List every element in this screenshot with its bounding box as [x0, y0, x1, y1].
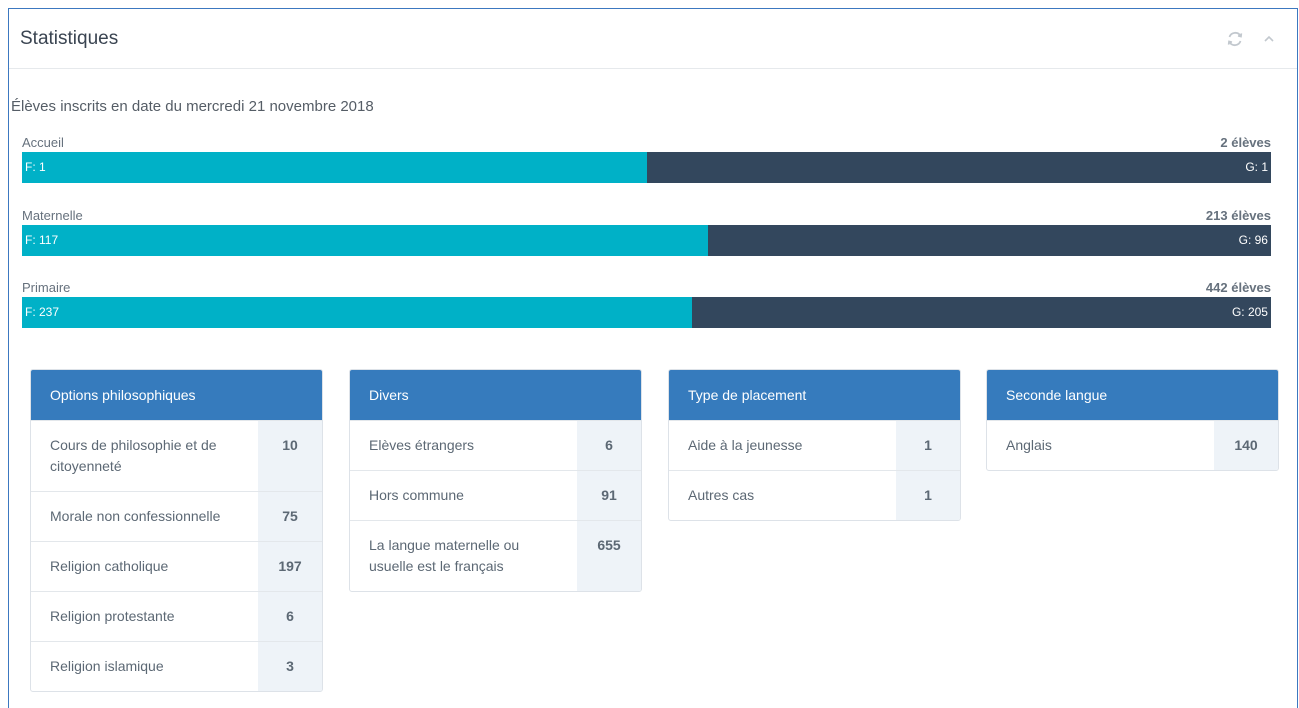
- stat-card-1: Divers Elèves étrangers 6 Hors commune 91 La …: [349, 369, 642, 592]
- row-count: 1: [896, 471, 960, 520]
- row-label: Anglais: [1006, 437, 1052, 453]
- enrollment-date: Élèves inscrits en date du mercredi 21 n…: [11, 98, 374, 115]
- gender-bar: F: 117 G: 96: [22, 225, 1271, 256]
- row-count: 10: [258, 421, 322, 491]
- row-label: Religion islamique: [50, 658, 164, 674]
- card-row: La langue maternelle ou usuelle est le f…: [350, 520, 641, 591]
- boys-segment: G: 96: [708, 225, 1271, 256]
- card-title: Divers: [350, 370, 641, 420]
- enrollment-bar-0: Accueil 2 élèves F: 1 G: 1: [22, 132, 1271, 183]
- row-count: 655: [577, 521, 641, 591]
- row-count: 197: [258, 542, 322, 591]
- gender-bar: F: 1 G: 1: [22, 152, 1271, 183]
- card-row: Hors commune 91: [350, 470, 641, 520]
- stat-card-0: Options philosophiques Cours de philosoph…: [30, 369, 323, 692]
- card-row: Cours de philosophie et de citoyenneté 10: [31, 420, 322, 491]
- enrollment-bar-2: Primaire 442 élèves F: 237 G: 205: [22, 277, 1271, 328]
- row-label: Religion protestante: [50, 608, 175, 624]
- panel-header: Statistiques: [9, 9, 1297, 69]
- row-count: 6: [258, 592, 322, 641]
- row-label: Autres cas: [688, 487, 755, 503]
- level-label: Maternelle: [22, 208, 83, 223]
- card-row: Religion islamique 3: [31, 641, 322, 691]
- gender-bar: F: 237 G: 205: [22, 297, 1271, 328]
- stat-card-2: Type de placement Aide à la jeunesse 1 Autr…: [668, 369, 961, 521]
- row-label: Morale non confessionnelle: [50, 508, 221, 524]
- card-row: Anglais 140: [987, 420, 1278, 470]
- level-total: 213 élèves: [1205, 208, 1271, 223]
- row-count: 1: [896, 421, 960, 470]
- bar-header: Accueil 2 élèves: [22, 132, 1271, 150]
- enrollment-bar-1: Maternelle 213 élèves F: 117 G: 96: [22, 205, 1271, 256]
- card-row: Autres cas 1: [669, 470, 960, 520]
- chevron-up-icon[interactable]: [1259, 29, 1279, 49]
- row-count: 3: [258, 642, 322, 691]
- row-count: 91: [577, 471, 641, 520]
- card-row: Aide à la jeunesse 1: [669, 420, 960, 470]
- row-count: 75: [258, 492, 322, 541]
- bar-header: Maternelle 213 élèves: [22, 205, 1271, 223]
- girls-segment: F: 237: [22, 297, 692, 328]
- girls-segment: F: 1: [22, 152, 647, 183]
- card-row: Religion protestante 6: [31, 591, 322, 641]
- row-label: Cours de philosophie et de citoyenneté: [50, 437, 217, 474]
- row-label: La langue maternelle ou usuelle est le f…: [369, 537, 520, 574]
- card-row: Religion catholique 197: [31, 541, 322, 591]
- level-total: 442 élèves: [1205, 280, 1271, 295]
- row-label: Aide à la jeunesse: [688, 437, 803, 453]
- panel-title: Statistiques: [20, 27, 119, 49]
- card-row: Elèves étrangers 6: [350, 420, 641, 470]
- card-title: Options philosophiques: [31, 370, 322, 420]
- row-label: Hors commune: [369, 487, 464, 503]
- card-title: Seconde langue: [987, 370, 1278, 420]
- boys-segment: G: 205: [691, 297, 1271, 328]
- girls-segment: F: 117: [22, 225, 709, 256]
- level-label: Accueil: [22, 135, 64, 150]
- row-label: Elèves étrangers: [369, 437, 475, 453]
- row-count: 6: [577, 421, 641, 470]
- level-label: Primaire: [22, 280, 71, 295]
- row-label: Religion catholique: [50, 558, 169, 574]
- card-title: Type de placement: [669, 370, 960, 420]
- card-row: Morale non confessionnelle 75: [31, 491, 322, 541]
- level-total: 2 élèves: [1220, 135, 1271, 150]
- refresh-icon[interactable]: [1225, 29, 1245, 49]
- bar-header: Primaire 442 élèves: [22, 277, 1271, 295]
- header-tools: [1225, 29, 1297, 49]
- stat-card-3: Seconde langue Anglais 140: [986, 369, 1279, 471]
- boys-segment: G: 1: [646, 152, 1271, 183]
- row-count: 140: [1214, 421, 1278, 470]
